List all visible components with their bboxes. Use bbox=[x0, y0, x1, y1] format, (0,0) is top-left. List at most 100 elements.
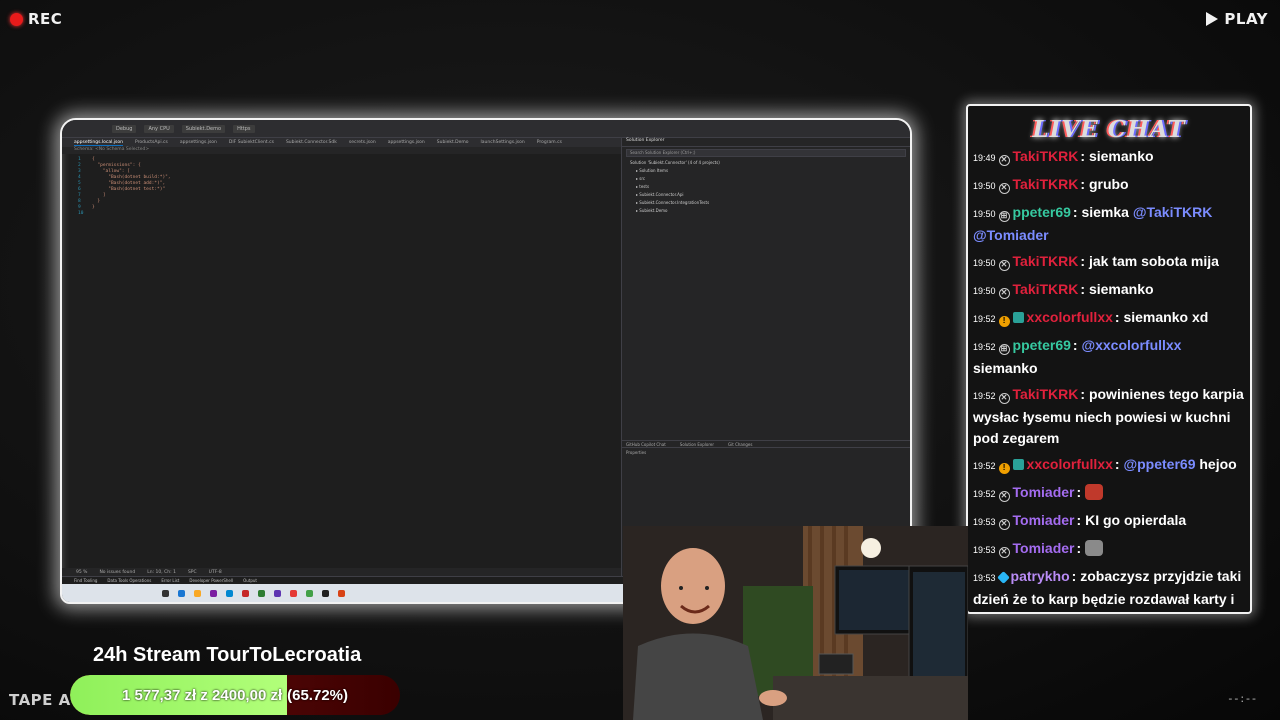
code-editor[interactable]: appsettings.local.json ProductsApi.cs apps… bbox=[62, 138, 622, 576]
solution-search[interactable]: Search Solution Explorer (Ctrl+;) bbox=[626, 149, 906, 157]
message-separator: : bbox=[1080, 148, 1089, 164]
footer-tab[interactable]: Error List bbox=[161, 578, 179, 583]
chat-username[interactable]: TakiTKRK bbox=[1013, 148, 1079, 164]
message-time: 19:52 bbox=[973, 314, 996, 324]
chat-username[interactable]: Tomiader bbox=[1013, 540, 1075, 556]
footer-tab[interactable]: Find Tooling bbox=[74, 578, 97, 583]
solution-tab[interactable]: Git Changes bbox=[728, 442, 752, 447]
solution-tree-item[interactable]: ▸ Solution Items bbox=[630, 167, 910, 175]
chat-username[interactable]: xxcolorfullxx bbox=[1027, 309, 1113, 325]
line-number: 10 bbox=[78, 211, 84, 216]
chat-mention[interactable]: @Tomiader bbox=[973, 227, 1049, 243]
moderator-badge-icon: ✕ bbox=[998, 288, 1010, 299]
chat-username[interactable]: ppeter69 bbox=[1013, 204, 1071, 220]
taskbar-app-icon[interactable] bbox=[178, 589, 185, 597]
rec-label: REC bbox=[28, 10, 63, 28]
taskbar-app-icon[interactable] bbox=[322, 589, 329, 597]
message-text: KI go opierdala bbox=[1085, 512, 1187, 528]
editor-status-item: No issues found bbox=[99, 569, 136, 575]
webcam-image bbox=[623, 526, 968, 720]
chat-username[interactable]: TakiTKRK bbox=[1013, 386, 1079, 402]
editor-tab[interactable]: Subiekt.Connector.Sdk bbox=[286, 140, 337, 145]
toolbar-run[interactable]: Https bbox=[233, 124, 255, 133]
toolbar-config[interactable]: Debug bbox=[112, 124, 137, 133]
solution-tree-item[interactable]: Solution 'Subiekt.Connector' (4 of 4 pro… bbox=[630, 159, 910, 167]
live-chat: LIVE CHAT 19:49 ✕ TakiTKRK: siemanko 19:50 ✕… bbox=[966, 104, 1252, 614]
footer-tab[interactable]: Developer PowerShell bbox=[189, 578, 233, 583]
code-text: } bbox=[92, 205, 95, 210]
editor-tab[interactable]: ProductsApi.cs bbox=[135, 140, 168, 145]
solution-tab[interactable]: GitHub Copilot Chat bbox=[626, 442, 666, 447]
solution-tree-item[interactable]: ▸ src bbox=[630, 175, 910, 183]
properties-panel: Properties bbox=[626, 450, 647, 455]
editor-tab[interactable]: launchSettings.json bbox=[481, 140, 525, 145]
solution-tab[interactable]: Solution Explorer bbox=[680, 442, 714, 447]
chat-username[interactable]: TakiTKRK bbox=[1013, 253, 1079, 269]
toolbar-platform[interactable]: Any CPU bbox=[144, 124, 174, 133]
taskbar-app-icon[interactable] bbox=[306, 589, 313, 597]
taskbar-app-icon[interactable] bbox=[290, 589, 297, 597]
taskbar-app-icon[interactable] bbox=[210, 589, 217, 597]
message-time: 19:52 bbox=[973, 342, 996, 352]
editor-tab[interactable]: appsettings.json bbox=[180, 140, 217, 145]
solution-tree-item[interactable]: ▸ Subiekt.Connector.IntegrationTests bbox=[630, 199, 910, 207]
editor-tab[interactable]: Program.cs bbox=[537, 140, 562, 145]
chat-mention[interactable]: @ppeter69 bbox=[1123, 456, 1195, 472]
ide-toolbar: Debug Any CPU Subiekt.Demo Https bbox=[62, 120, 910, 138]
solution-tree-item[interactable]: ▸ Subiekt.Demo bbox=[630, 207, 910, 215]
chat-username[interactable]: TakiTKRK bbox=[1013, 176, 1079, 192]
chat-mention[interactable]: @TakiTKRK bbox=[1133, 204, 1213, 220]
taskbar-app-icon[interactable] bbox=[274, 589, 281, 597]
chat-message: 19:52 ✕ TakiTKRK: powinienes tego karpia w… bbox=[973, 384, 1244, 449]
emote-icon bbox=[1085, 484, 1104, 500]
footer-tab[interactable]: Data Tools Operations bbox=[107, 578, 151, 583]
message-time: 19:50 bbox=[973, 258, 996, 268]
code-text: "allow": [ bbox=[92, 169, 130, 174]
code-area[interactable]: 1{2 "permissions": {3 "allow": [4 "Bash(… bbox=[62, 154, 621, 217]
solution-tree: Solution 'Subiekt.Connector' (4 of 4 pro… bbox=[622, 159, 910, 215]
solution-explorer: Solution Explorer Search Solution Explor… bbox=[622, 138, 910, 576]
solution-tree-item[interactable]: ▸ Subiekt.Connector.Api bbox=[630, 191, 910, 199]
chat-message: 19:50 ✕ TakiTKRK: grubo bbox=[973, 174, 1244, 197]
play-label: PLAY bbox=[1224, 10, 1268, 28]
schema-selector[interactable]: Schema: <No Schema Selected> bbox=[62, 147, 621, 154]
solution-tree-item[interactable]: ▸ tests bbox=[630, 183, 910, 191]
code-text: "Bash(dotnet add:*)", bbox=[92, 181, 166, 186]
editor-tab[interactable]: DIF SubiektClient.cs bbox=[229, 140, 274, 145]
chat-username[interactable]: xxcolorfullxx bbox=[1027, 456, 1113, 472]
webcam-feed bbox=[623, 526, 968, 720]
chat-username[interactable]: Tomiader bbox=[1013, 512, 1075, 528]
editor-tab[interactable]: appsettings.json bbox=[388, 140, 425, 145]
message-time: 19:50 bbox=[973, 209, 996, 219]
editor-status-item: Ln: 10, Ch: 1 bbox=[147, 569, 176, 575]
play-indicator: PLAY bbox=[1206, 10, 1268, 28]
editor-tab[interactable]: Subiekt.Demo bbox=[437, 140, 469, 145]
taskbar-app-icon[interactable] bbox=[194, 589, 201, 597]
editor-tab[interactable]: appsettings.local.json bbox=[74, 140, 123, 146]
chat-message: 19:53 patrykho: zobaczysz przyjdzie taki … bbox=[973, 566, 1244, 612]
message-text: grubo bbox=[1088, 176, 1129, 192]
chat-message: 19:49 ✕ TakiTKRK: siemanko bbox=[973, 146, 1244, 169]
message-separator: : bbox=[1080, 281, 1089, 297]
chat-mention[interactable]: @xxcolorfullxx bbox=[1081, 337, 1181, 353]
chat-username[interactable]: ppeter69 bbox=[1013, 337, 1071, 353]
message-separator: : bbox=[1080, 176, 1089, 192]
message-text: jak tam sobota mija bbox=[1088, 253, 1219, 269]
tape-label: TAPE A bbox=[9, 691, 71, 709]
editor-tab[interactable]: secrets.json bbox=[349, 140, 376, 145]
goal-percent: (65.72%) bbox=[287, 686, 348, 704]
moderator-badge-icon: ✕ bbox=[998, 155, 1010, 166]
taskbar-app-icon[interactable] bbox=[162, 589, 169, 597]
footer-tab[interactable]: Output bbox=[243, 578, 257, 583]
taskbar-app-icon[interactable] bbox=[258, 589, 265, 597]
chat-username[interactable]: Tomiader bbox=[1013, 484, 1075, 500]
chat-username[interactable]: TakiTKRK bbox=[1013, 281, 1079, 297]
rec-indicator: REC bbox=[10, 10, 62, 28]
message-time: 19:49 bbox=[973, 153, 996, 163]
taskbar-app-icon[interactable] bbox=[242, 589, 249, 597]
chat-username[interactable]: patrykho bbox=[1011, 568, 1070, 584]
editor-status-item: 95 % bbox=[76, 569, 88, 575]
toolbar-startup[interactable]: Subiekt.Demo bbox=[181, 124, 226, 133]
taskbar-app-icon[interactable] bbox=[338, 589, 345, 597]
taskbar-app-icon[interactable] bbox=[226, 589, 233, 597]
